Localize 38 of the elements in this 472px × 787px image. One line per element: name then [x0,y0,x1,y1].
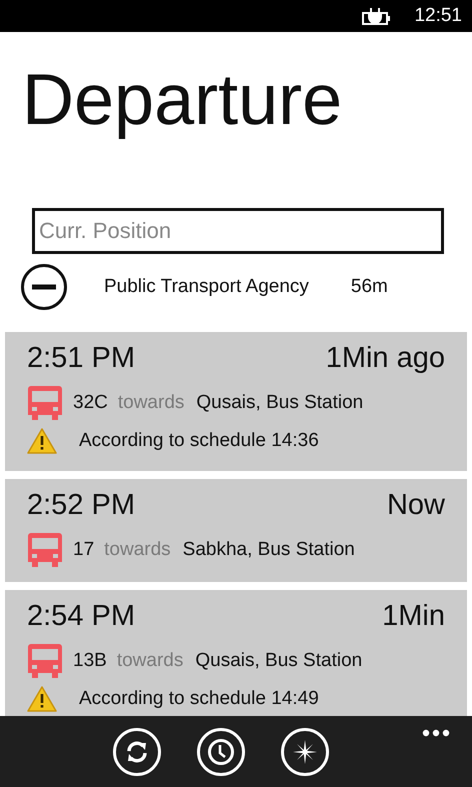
destination: Sabkha, Bus Station [182,539,355,561]
route-number: 32C [73,392,108,414]
location-button[interactable] [281,728,329,776]
agency-distance: 56m [350,276,388,298]
relative-time: 1Min [382,600,445,633]
battery-charging-icon [362,7,392,25]
departure-time: 2:54 PM [27,600,135,633]
route-number: 13B [73,650,107,672]
clock: 12:51 [414,5,462,27]
towards-label: towards [104,539,171,561]
bus-icon [27,384,63,422]
page-title: Departure [21,59,344,142]
departure-time: 2:52 PM [27,489,135,522]
minus-circle-icon[interactable] [20,263,68,311]
destination: Qusais, Bus Station [195,650,362,672]
schedule-note: According to schedule 14:49 [79,688,319,710]
route-number: 17 [73,539,94,561]
bus-icon [27,531,63,569]
towards-label: towards [118,392,184,414]
warning-icon [27,686,57,712]
refresh-icon [125,740,149,764]
departure-time: 2:51 PM [27,342,135,375]
relative-time: 1Min ago [326,342,445,375]
destination: Qusais, Bus Station [196,392,364,414]
more-icon[interactable] [422,729,450,737]
relative-time: Now [386,489,445,522]
position-field[interactable]: Curr. Position [32,208,444,254]
departure-card[interactable]: 2:52 PM Now 17 towards Sabkha, Bus Station [5,479,467,582]
clock-button[interactable] [197,728,245,776]
warning-icon [27,428,57,454]
bus-icon [27,642,63,680]
towards-label: towards [116,650,184,672]
schedule-note: According to schedule 14:36 [79,430,319,452]
clock-icon [207,738,235,766]
agency-name: Public Transport Agency [104,276,309,298]
refresh-button[interactable] [113,728,161,776]
departure-card[interactable]: 2:51 PM 1Min ago 32C towards Qusais, Bus Station According to schedule 14:36 [5,332,467,471]
departure-card[interactable]: 2:54 PM 1Min 13B towards Qusais, Bus Station According to schedule 14:49 [5,590,467,716]
